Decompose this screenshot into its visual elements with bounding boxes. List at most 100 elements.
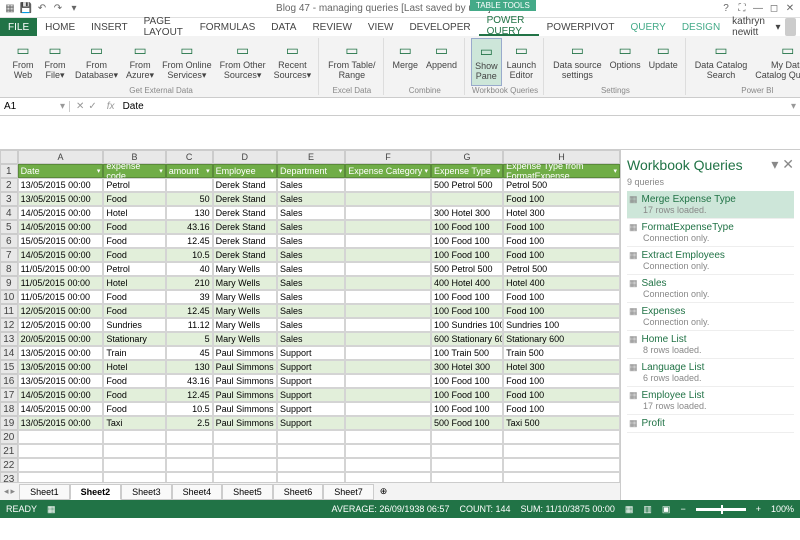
row-header[interactable]: 2	[0, 178, 18, 192]
zoom-in-icon[interactable]: +	[756, 504, 761, 514]
cell[interactable]	[166, 444, 213, 458]
cell[interactable]: Stationary 600	[503, 332, 620, 346]
cell[interactable]	[345, 402, 431, 416]
cell[interactable]: 300 Hotel 300	[431, 206, 503, 220]
row-header[interactable]: 14	[0, 346, 18, 360]
cell[interactable]	[18, 472, 104, 482]
table-header[interactable]: amount▾	[166, 164, 213, 178]
cell[interactable]: Mary Wells	[213, 304, 277, 318]
table-header[interactable]: Employee▾	[213, 164, 277, 178]
cell[interactable]: Food	[103, 290, 165, 304]
formula-expand-icon[interactable]: ▾	[787, 101, 800, 112]
zoom-out-icon[interactable]: −	[680, 504, 685, 514]
cell[interactable]	[103, 444, 165, 458]
sheet-tab-sheet1[interactable]: Sheet1	[19, 484, 70, 500]
tab-file[interactable]: FILE	[0, 18, 37, 36]
sheet-tab-sheet4[interactable]: Sheet4	[172, 484, 223, 500]
tab-developer[interactable]: DEVELOPER	[401, 18, 478, 36]
cell[interactable]	[345, 472, 431, 482]
cell[interactable]: 13/05/2015 00:00	[18, 178, 104, 192]
macro-record-icon[interactable]: ▦	[47, 504, 56, 515]
query-item[interactable]: ▦Home List8 rows loaded.	[627, 331, 794, 359]
cell[interactable]: Support	[277, 360, 345, 374]
cell[interactable]: Support	[277, 374, 345, 388]
cell[interactable]: 12.45	[166, 234, 213, 248]
cell[interactable]: Food 100	[503, 220, 620, 234]
cell[interactable]: Paul Simmons	[213, 346, 277, 360]
cell[interactable]	[345, 304, 431, 318]
save-icon[interactable]: 💾	[20, 3, 32, 15]
view-normal-icon[interactable]: ▦	[625, 504, 634, 515]
cell[interactable]: Petrol	[103, 178, 165, 192]
cell[interactable]: 130	[166, 360, 213, 374]
cell[interactable]	[431, 444, 503, 458]
cell[interactable]	[345, 262, 431, 276]
row-header[interactable]: 21	[0, 444, 18, 458]
cell[interactable]: 500 Petrol 500	[431, 262, 503, 276]
cell[interactable]: Food	[103, 220, 165, 234]
cell[interactable]: 12/05/2015 00:00	[18, 318, 104, 332]
cell[interactable]: Hotel	[103, 276, 165, 290]
table-header[interactable]: Department▾	[277, 164, 345, 178]
table-header[interactable]: Expense Category▾	[345, 164, 431, 178]
ribbon-fromtable-button[interactable]: ▭From Table/ Range	[325, 38, 378, 86]
cell[interactable]: 14/05/2015 00:00	[18, 402, 104, 416]
cell[interactable]	[345, 206, 431, 220]
tab-data[interactable]: DATA	[263, 18, 304, 36]
cell[interactable]: 100 Food 100	[431, 374, 503, 388]
cell[interactable]: 13/05/2015 00:00	[18, 346, 104, 360]
restore-icon[interactable]: ◻	[768, 3, 780, 15]
cell[interactable]: Taxi	[103, 416, 165, 430]
ribbon-from-button[interactable]: ▭From Web	[8, 38, 38, 86]
cell[interactable]	[345, 234, 431, 248]
table-header[interactable]: Expense Type▾	[431, 164, 503, 178]
cell[interactable]: Food	[103, 304, 165, 318]
query-item[interactable]: ▦Extract EmployeesConnection only.	[627, 247, 794, 275]
cell[interactable]: 100 Food 100	[431, 234, 503, 248]
user-name[interactable]: kathryn newitt	[732, 16, 771, 38]
cell[interactable]: Petrol 500	[503, 262, 620, 276]
cell[interactable]: 100 Food 100	[431, 290, 503, 304]
row-header[interactable]: 6	[0, 234, 18, 248]
cell[interactable]: Paul Simmons	[213, 402, 277, 416]
cell[interactable]: Sales	[277, 220, 345, 234]
row-header[interactable]: 12	[0, 318, 18, 332]
cell[interactable]	[277, 458, 345, 472]
close-icon[interactable]: ✕	[784, 3, 796, 15]
cell[interactable]: Sundries 100	[503, 318, 620, 332]
col-header-C[interactable]: C	[166, 150, 213, 164]
cell[interactable]: Stationary	[103, 332, 165, 346]
cell[interactable]: Food 100	[503, 388, 620, 402]
cell[interactable]: 11/05/2015 00:00	[18, 262, 104, 276]
ribbon-fromother-button[interactable]: ▭From Other Sources▾	[217, 38, 269, 86]
cell[interactable]: Mary Wells	[213, 318, 277, 332]
tab-insert[interactable]: INSERT	[83, 18, 136, 36]
cell[interactable]: Sundries	[103, 318, 165, 332]
tab-powerpivot[interactable]: POWERPIVOT	[539, 18, 623, 36]
cell[interactable]: Sales	[277, 304, 345, 318]
cell[interactable]: Support	[277, 346, 345, 360]
cell[interactable]: Food	[103, 374, 165, 388]
cell[interactable]	[431, 458, 503, 472]
cell[interactable]	[503, 458, 620, 472]
select-all[interactable]	[0, 150, 18, 164]
cell[interactable]: Support	[277, 402, 345, 416]
cell[interactable]: Derek Stand	[213, 206, 277, 220]
cell[interactable]: Food	[103, 248, 165, 262]
cell[interactable]: Taxi 500	[503, 416, 620, 430]
user-menu-icon[interactable]: ▾	[776, 22, 781, 33]
sheet-tab-sheet5[interactable]: Sheet5	[222, 484, 273, 500]
cell[interactable]	[103, 430, 165, 444]
cell[interactable]	[345, 192, 431, 206]
cell[interactable]: Food	[103, 192, 165, 206]
col-header-F[interactable]: F	[345, 150, 431, 164]
cell[interactable]: 10.5	[166, 248, 213, 262]
query-item[interactable]: ▦Merge Expense Type17 rows loaded.	[627, 191, 794, 219]
tab-design[interactable]: DESIGN	[674, 18, 728, 36]
cell[interactable]: Sales	[277, 318, 345, 332]
cell[interactable]	[345, 360, 431, 374]
cell[interactable]: Train	[103, 346, 165, 360]
new-sheet-icon[interactable]: ⊕	[374, 486, 394, 497]
row-header[interactable]: 11	[0, 304, 18, 318]
cell[interactable]	[18, 430, 104, 444]
